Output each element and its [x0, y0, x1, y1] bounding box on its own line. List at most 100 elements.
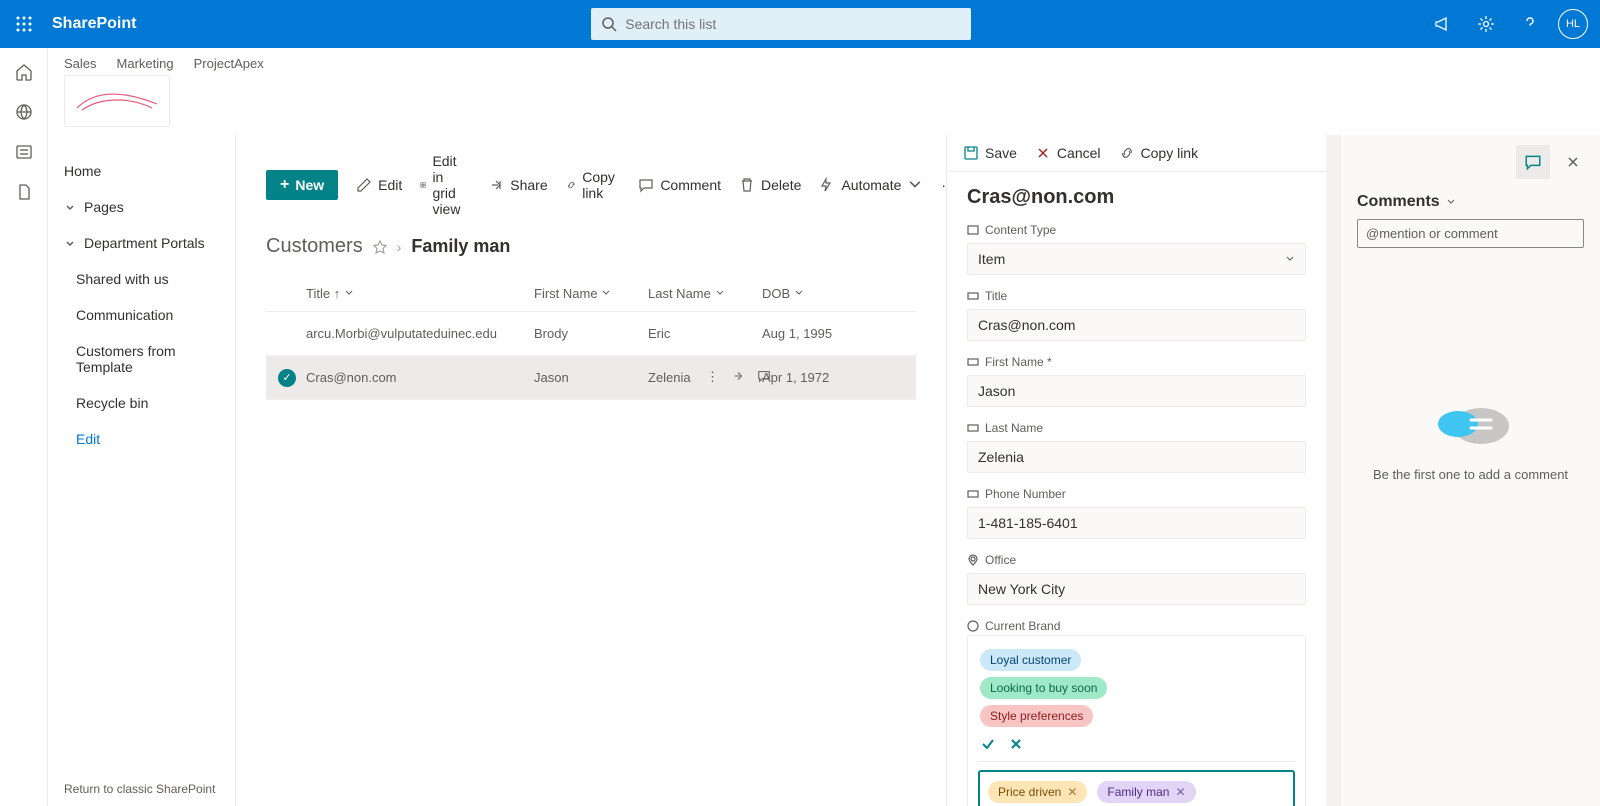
megaphone-icon[interactable] [1426, 8, 1458, 40]
col-title[interactable]: Title ↑ [306, 286, 534, 301]
row-comment-icon[interactable] [757, 369, 771, 386]
row-overflow-icon[interactable]: ⋮ [706, 369, 719, 386]
help-icon[interactable] [1514, 8, 1546, 40]
cell-title: arcu.Morbi@vulputateduinec.edu [306, 326, 534, 341]
view-name[interactable]: Family man [411, 236, 510, 257]
first-name-input[interactable]: Jason [967, 375, 1306, 407]
table-row[interactable]: ✓ Cras@non.com ⋮ Jason Zelenia Apr 1, 19… [266, 356, 916, 400]
nav-recycle-bin[interactable]: Recycle bin [48, 385, 235, 421]
hub-link[interactable]: ProjectApex [194, 56, 264, 71]
delete-button[interactable]: Delete [739, 177, 801, 193]
favorite-star-icon[interactable] [373, 240, 387, 254]
comment-button[interactable]: Comment [638, 177, 721, 193]
edit-form-panel: Save Cancel Copy link Cras@non.com Conte… [946, 135, 1326, 806]
selected-pill[interactable]: Family man✕ [1097, 781, 1195, 803]
empty-text: Be the first one to add a comment [1373, 467, 1568, 482]
table-row[interactable]: arcu.Morbi@vulputateduinec.edu Brody Eri… [266, 312, 916, 356]
cancel-choice-icon[interactable] [1008, 736, 1024, 755]
globe-rail-icon[interactable] [14, 102, 34, 122]
nav-customers[interactable]: Customers from Template [48, 333, 235, 385]
title-input[interactable]: Cras@non.com [967, 309, 1306, 341]
field-label: First Name * [985, 355, 1052, 369]
return-classic-link[interactable]: Return to classic SharePoint [64, 782, 215, 796]
nav-label: Customers from Template [76, 343, 219, 375]
nav-label: Home [64, 163, 101, 179]
choice-option[interactable]: Style preferences [980, 705, 1093, 727]
col-lastname[interactable]: Last Name [648, 286, 762, 301]
copy-link-button[interactable]: Copy link [566, 169, 621, 201]
office-input[interactable]: New York City [967, 573, 1306, 605]
choice-option[interactable]: Looking to buy soon [980, 677, 1107, 699]
text-field-icon [967, 356, 979, 368]
news-rail-icon[interactable] [14, 142, 34, 162]
site-logo[interactable] [64, 75, 170, 127]
cell-title: Cras@non.com [306, 370, 534, 385]
choice-picker: Loyal customer Looking to buy soon Style… [967, 635, 1306, 806]
close-panel-icon[interactable] [1556, 145, 1590, 179]
field-label: Last Name [985, 421, 1043, 435]
edit-grid-button[interactable]: Edit in grid view [420, 153, 470, 217]
cell-fn: Jason [534, 370, 648, 385]
nav-label: Edit [76, 431, 100, 447]
field-label: Phone Number [985, 487, 1066, 501]
phone-input[interactable]: 1-481-185-6401 [967, 507, 1306, 539]
text-field-icon [967, 488, 979, 500]
comments-toggle-icon[interactable] [1516, 145, 1550, 179]
new-button[interactable]: +New [266, 170, 338, 200]
row-share-icon[interactable] [731, 369, 745, 386]
choice-option[interactable]: Loyal customer [980, 649, 1081, 671]
settings-icon[interactable] [1470, 8, 1502, 40]
panel-save-button[interactable]: Save [963, 145, 1017, 161]
automate-button[interactable]: Automate [819, 177, 923, 193]
list-name[interactable]: Customers [266, 235, 363, 258]
nav-home[interactable]: Home [48, 153, 235, 189]
comments-heading[interactable]: Comments [1341, 179, 1600, 219]
cell-ln: Eric [648, 326, 762, 341]
search-box[interactable] [591, 8, 971, 40]
search-input[interactable] [625, 16, 961, 32]
edit-button[interactable]: Edit [356, 177, 402, 193]
confirm-choice-icon[interactable] [980, 736, 996, 755]
nav-shared[interactable]: Shared with us [48, 261, 235, 297]
share-button[interactable]: Share [488, 177, 547, 193]
chevron-down-icon [794, 288, 804, 298]
new-label: New [295, 177, 324, 193]
panel-copy-link-button[interactable]: Copy link [1119, 145, 1199, 161]
cell-dob: Apr 1, 1972 [762, 370, 876, 385]
selected-pill[interactable]: Price driven✕ [988, 781, 1087, 803]
col-dob[interactable]: DOB [762, 286, 876, 301]
content-type-icon [967, 224, 979, 236]
nav-pages[interactable]: Pages [48, 189, 235, 225]
hub-link[interactable]: Sales [64, 56, 97, 71]
panel-scrollbar[interactable] [1326, 135, 1340, 806]
remove-pill-icon[interactable]: ✕ [1175, 785, 1185, 799]
chevron-down-icon [64, 237, 76, 249]
comments-input[interactable]: @mention or comment [1357, 219, 1584, 248]
last-name-input[interactable]: Zelenia [967, 441, 1306, 473]
content-type-select[interactable]: Item [967, 243, 1306, 275]
remove-pill-icon[interactable]: ✕ [1067, 785, 1077, 799]
cell-fn: Brody [534, 326, 648, 341]
brand-label[interactable]: SharePoint [48, 15, 136, 33]
nav-label: Recycle bin [76, 395, 148, 411]
row-selected-check-icon[interactable]: ✓ [278, 369, 296, 387]
user-avatar[interactable]: HL [1558, 9, 1588, 39]
app-launcher-icon[interactable] [0, 0, 48, 48]
app-rail [0, 48, 48, 806]
nav-communication[interactable]: Communication [48, 297, 235, 333]
choice-icon [967, 620, 979, 632]
nav-edit[interactable]: Edit [48, 421, 235, 457]
files-rail-icon[interactable] [14, 182, 34, 202]
nav-label: Pages [84, 199, 124, 215]
nav-dept-portals[interactable]: Department Portals [48, 225, 235, 261]
location-icon [967, 554, 979, 566]
empty-comments-icon [1426, 398, 1516, 453]
suite-header: SharePoint HL [0, 0, 1600, 48]
selected-choices[interactable]: Price driven✕ Family man✕ [978, 770, 1295, 806]
col-firstname[interactable]: First Name [534, 286, 648, 301]
home-rail-icon[interactable] [14, 62, 34, 82]
nav-label: Communication [76, 307, 173, 323]
hub-link[interactable]: Marketing [117, 56, 174, 71]
panel-cancel-button[interactable]: Cancel [1035, 145, 1101, 161]
comments-pane: Comments @mention or comment Be the firs… [1340, 135, 1600, 806]
